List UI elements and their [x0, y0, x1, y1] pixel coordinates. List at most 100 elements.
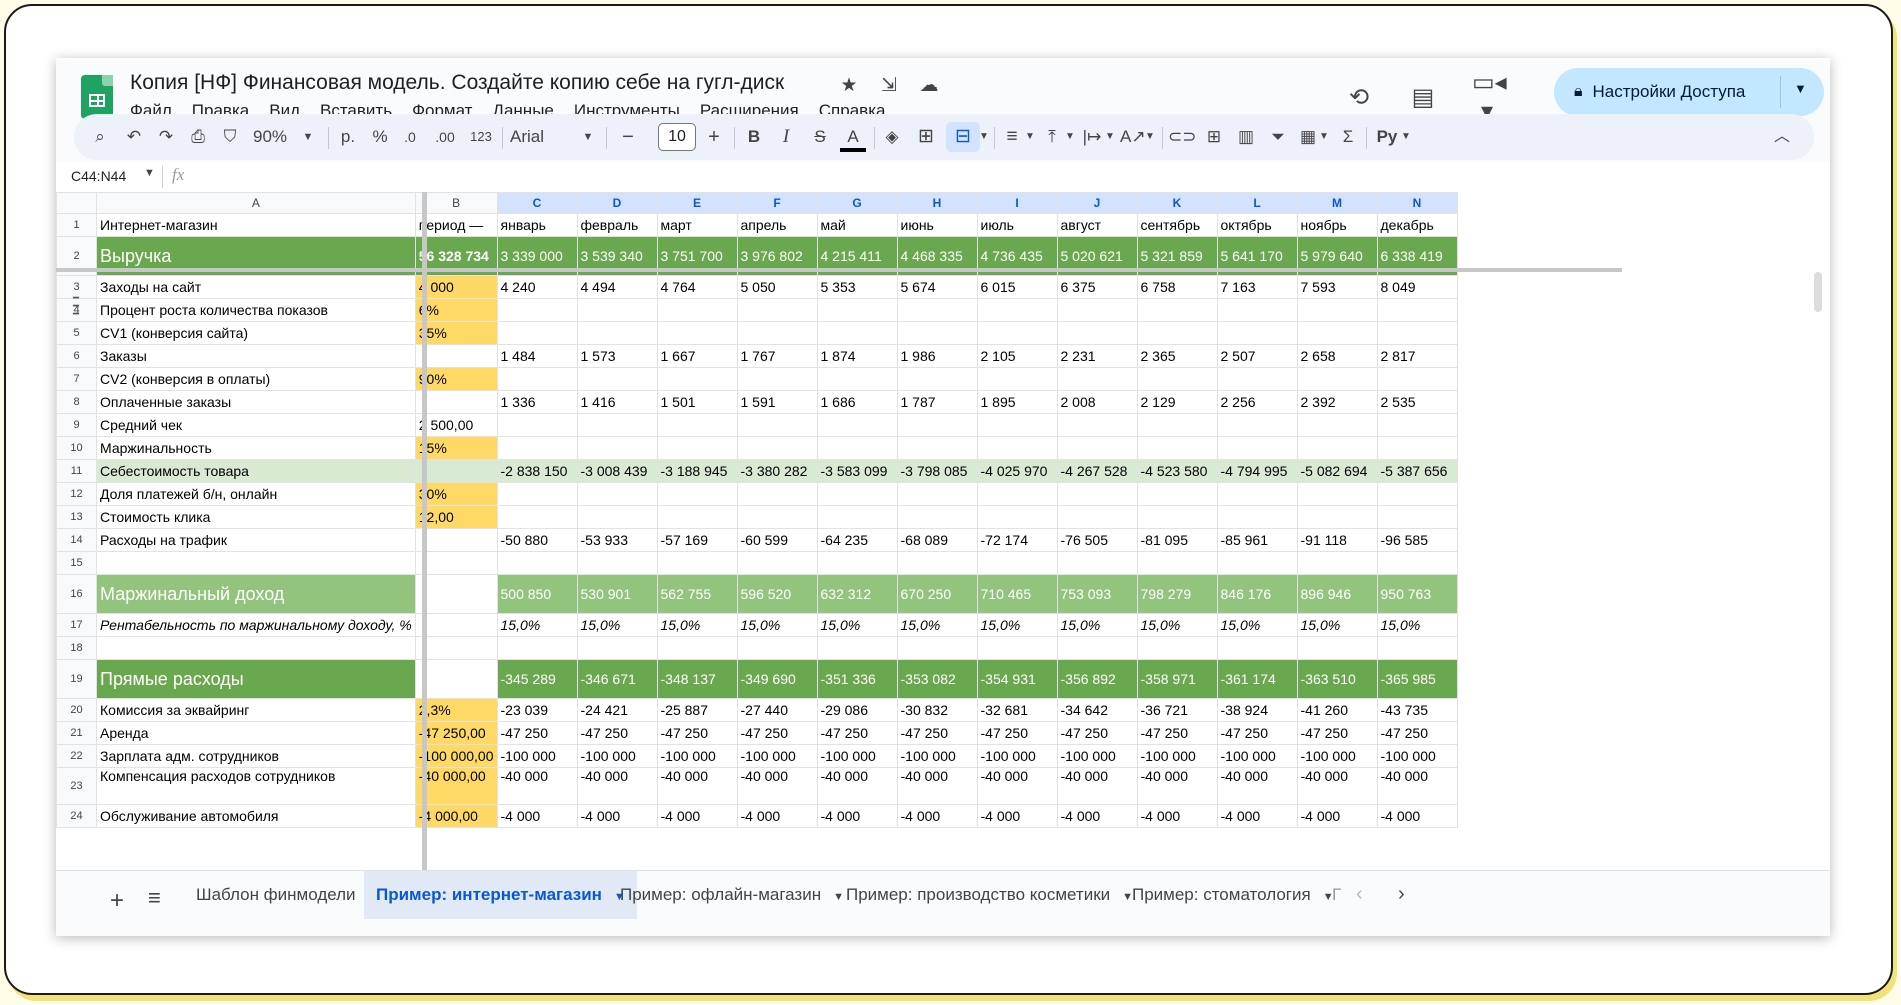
cell-label[interactable]: [96, 636, 416, 660]
cell-value[interactable]: февраль: [576, 213, 658, 237]
cell-value[interactable]: [976, 636, 1058, 660]
cell-label[interactable]: [96, 551, 416, 575]
cell-value[interactable]: -60 599: [736, 528, 818, 552]
cell-value[interactable]: -4 267 528: [1056, 459, 1138, 483]
cell-value[interactable]: -5 082 694: [1296, 459, 1378, 483]
cell-value[interactable]: -4 000: [816, 804, 898, 828]
cell-parameter[interactable]: период —: [414, 213, 498, 237]
cell-value[interactable]: [656, 321, 738, 345]
cell-value[interactable]: [1216, 367, 1298, 391]
cell-value[interactable]: [496, 436, 578, 460]
cell-value[interactable]: -40 000: [816, 767, 898, 805]
cell-value[interactable]: [976, 482, 1058, 506]
cell-value[interactable]: [576, 321, 658, 345]
cell-value[interactable]: [496, 367, 578, 391]
cell-value[interactable]: -47 250: [1216, 721, 1298, 745]
cell-value[interactable]: -4 000: [496, 804, 578, 828]
cell-value[interactable]: [1136, 636, 1218, 660]
cell-value[interactable]: 6 015: [976, 275, 1058, 299]
row-header[interactable]: 13: [56, 505, 97, 529]
cell-value[interactable]: 6 375: [1056, 275, 1138, 299]
cell-value[interactable]: 1 336: [496, 390, 578, 414]
cell-value[interactable]: [896, 436, 978, 460]
cell-value[interactable]: 1 501: [656, 390, 738, 414]
cell-value[interactable]: -40 000: [496, 767, 578, 805]
cell-value[interactable]: 950 763: [1376, 574, 1458, 614]
cell-value[interactable]: [1056, 482, 1138, 506]
cell-value[interactable]: [736, 321, 818, 345]
all-sheets-icon[interactable]: ≡: [148, 885, 161, 911]
cell-value[interactable]: [1376, 413, 1458, 437]
cell-value[interactable]: август: [1056, 213, 1138, 237]
cell-value[interactable]: 500 850: [496, 574, 578, 614]
vertical-align-icon[interactable]: ⤒: [1040, 114, 1064, 160]
cell-value[interactable]: -40 000: [576, 767, 658, 805]
italic-button[interactable]: I: [774, 114, 798, 160]
cell-value[interactable]: -4 000: [736, 804, 818, 828]
cell-value[interactable]: [736, 298, 818, 322]
cell-value[interactable]: -29 086: [816, 698, 898, 722]
cell-value[interactable]: 5 674: [896, 275, 978, 299]
cell-value[interactable]: [496, 551, 578, 575]
cell-value[interactable]: 1 686: [816, 390, 898, 414]
row-header[interactable]: 23: [56, 767, 97, 805]
merge-dropdown-icon[interactable]: ▼: [978, 114, 990, 160]
cell-label[interactable]: Расходы на трафик: [96, 528, 416, 552]
row-header[interactable]: 5: [56, 321, 97, 345]
share-dropdown-icon[interactable]: ▼: [1794, 81, 1807, 96]
sheet-tab[interactable]: Шаблон финмодели▼: [184, 871, 390, 919]
cell-value[interactable]: [816, 367, 898, 391]
cell-value[interactable]: октябрь: [1216, 213, 1298, 237]
cell-parameter[interactable]: 12,00: [414, 505, 498, 529]
cell-value[interactable]: -346 671: [576, 659, 658, 699]
cell-value[interactable]: [816, 636, 898, 660]
row-header[interactable]: 16: [56, 574, 97, 614]
cell-value[interactable]: -25 887: [656, 698, 738, 722]
cell-value[interactable]: 5 050: [736, 275, 818, 299]
row-header[interactable]: 18: [56, 636, 97, 660]
cell-value[interactable]: -43 735: [1376, 698, 1458, 722]
cell-value[interactable]: [1056, 551, 1138, 575]
cell-value[interactable]: -4 000: [656, 804, 738, 828]
cell-value[interactable]: [1296, 505, 1378, 529]
row-header[interactable]: 10: [56, 436, 97, 460]
cell-value[interactable]: 15,0%: [1136, 613, 1218, 637]
column-header[interactable]: J: [1056, 192, 1138, 214]
cell-value[interactable]: [736, 505, 818, 529]
cell-value[interactable]: [576, 482, 658, 506]
increase-font-size-icon[interactable]: +: [702, 114, 726, 160]
borders-icon[interactable]: ⊞: [914, 114, 938, 160]
insert-chart-icon[interactable]: ▥: [1234, 114, 1258, 160]
cell-value[interactable]: 846 176: [1216, 574, 1298, 614]
merge-cells-icon[interactable]: ⊟: [950, 114, 976, 160]
print-icon[interactable]: ⎙: [186, 114, 210, 160]
scroll-tabs-right-icon[interactable]: ›: [1398, 883, 1405, 906]
vertical-scrollbar[interactable]: [1814, 272, 1822, 312]
cell-value[interactable]: 710 465: [976, 574, 1058, 614]
cell-parameter[interactable]: -100 000,00: [414, 744, 498, 768]
cell-value[interactable]: [576, 436, 658, 460]
text-color-button[interactable]: A: [840, 114, 866, 160]
row-header[interactable]: 21: [56, 721, 97, 745]
cell-parameter[interactable]: 4 000: [414, 275, 498, 299]
cell-value[interactable]: [896, 321, 978, 345]
font-size-input[interactable]: 10: [658, 123, 696, 151]
cell-value[interactable]: [1296, 413, 1378, 437]
cell-value[interactable]: 6 758: [1136, 275, 1218, 299]
cell-value[interactable]: 15,0%: [1296, 613, 1378, 637]
cell-value[interactable]: [1376, 636, 1458, 660]
cell-value[interactable]: -85 961: [1216, 528, 1298, 552]
cell-value[interactable]: -345 289: [496, 659, 578, 699]
cell-parameter[interactable]: [414, 551, 498, 575]
cell-value[interactable]: 4 764: [656, 275, 738, 299]
cell-value[interactable]: -100 000: [896, 744, 978, 768]
cell-value[interactable]: -100 000: [816, 744, 898, 768]
cell-value[interactable]: [1216, 298, 1298, 322]
input-tools-dropdown-icon[interactable]: ▼: [1400, 114, 1412, 160]
cell-value[interactable]: -47 250: [1296, 721, 1378, 745]
font-dropdown-icon[interactable]: ▼: [580, 114, 596, 160]
cell-value[interactable]: [896, 367, 978, 391]
row-header[interactable]: 6: [56, 344, 97, 368]
cell-value[interactable]: [1056, 413, 1138, 437]
more-formats-button[interactable]: 123: [466, 114, 496, 160]
